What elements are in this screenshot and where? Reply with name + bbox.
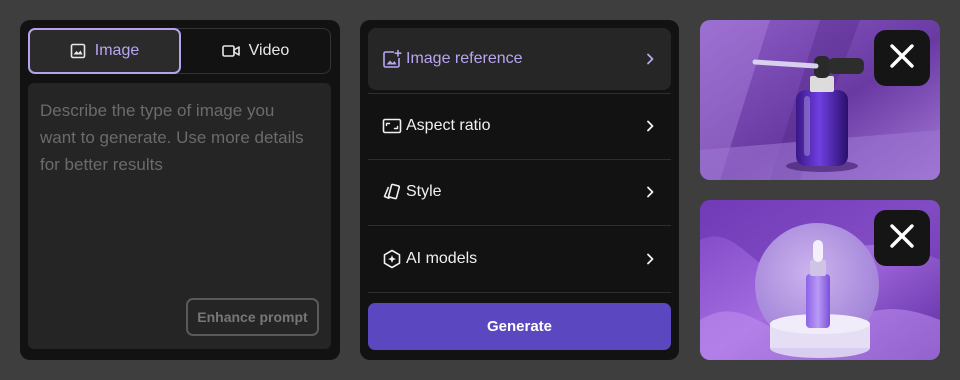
prompt-panel: Image Video Describe the type of image y… [20,20,340,360]
tab-video[interactable]: Video [181,29,330,73]
option-ai-models-label: AI models [406,250,478,267]
ai-model-icon [382,249,402,269]
divider [368,159,671,160]
option-style-label: Style [406,183,442,200]
aspect-ratio-icon [382,116,402,136]
close-icon [889,223,915,254]
video-camera-icon [221,44,240,58]
chevron-right-icon [643,185,657,199]
divider [368,93,671,94]
enhance-prompt-button[interactable]: Enhance prompt [186,298,319,336]
option-aspect-ratio[interactable]: Aspect ratio [368,95,671,157]
generate-button[interactable]: Generate [368,303,671,350]
option-style[interactable]: Style [368,161,671,223]
divider [368,225,671,226]
chevron-right-icon [643,119,657,133]
remove-image-1-button[interactable] [874,30,930,86]
prompt-input[interactable]: Describe the type of image you want to g… [28,83,331,349]
options-panel: Image reference Aspect ratio Style AI mo… [360,20,679,360]
option-ai-models[interactable]: AI models [368,228,671,290]
reference-image-2[interactable] [700,200,940,360]
tab-image-label: Image [94,42,140,59]
divider [368,292,671,293]
image-add-icon [382,49,402,69]
prompt-placeholder: Describe the type of image you want to g… [40,101,304,174]
remove-image-2-button[interactable] [874,210,930,266]
option-aspect-ratio-label: Aspect ratio [406,117,491,134]
mode-tabs: Image Video [28,28,331,74]
chevron-right-icon [643,52,657,66]
tab-video-label: Video [248,42,290,59]
chevron-right-icon [643,252,657,266]
option-image-reference-label: Image reference [406,50,523,67]
image-icon [70,43,86,59]
option-image-reference[interactable]: Image reference [368,28,671,90]
style-cards-icon [382,182,402,202]
tab-image[interactable]: Image [28,28,181,74]
close-icon [889,43,915,74]
reference-image-1[interactable] [700,20,940,180]
